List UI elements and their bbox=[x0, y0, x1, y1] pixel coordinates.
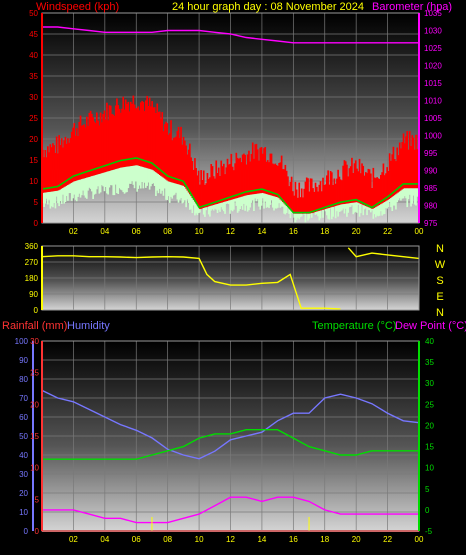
rainfall-tick-label: 5 bbox=[35, 495, 40, 504]
compass-label: S bbox=[436, 275, 443, 287]
compass-label: E bbox=[436, 291, 443, 303]
humidity-tick-label: 40 bbox=[19, 451, 28, 460]
barometer-tick-label: 1025 bbox=[424, 44, 442, 53]
direction-tick-label: 0 bbox=[34, 306, 39, 315]
windspeed-tick-label: 20 bbox=[29, 135, 38, 144]
humidity-tick-label: 60 bbox=[19, 413, 28, 422]
wind-panel-x-tick: 00 bbox=[415, 227, 424, 236]
humidity-tick-label: 30 bbox=[19, 470, 28, 479]
temperature-tick-label: 10 bbox=[425, 464, 434, 473]
windspeed-tick-label: 5 bbox=[34, 198, 39, 207]
temp-panel-x-tick: 08 bbox=[163, 535, 172, 544]
temp-panel-x-tick: 16 bbox=[289, 535, 298, 544]
wind-light-bar bbox=[328, 208, 331, 220]
humidity-tick-label: 80 bbox=[19, 375, 28, 384]
wind-light-bar bbox=[310, 213, 313, 218]
humidity-tick-label: 20 bbox=[19, 489, 28, 498]
temperature-tick-label: 35 bbox=[425, 358, 434, 367]
windspeed-tick-label: 10 bbox=[29, 177, 38, 186]
temperature-tick-label: 20 bbox=[425, 421, 434, 430]
windspeed-tick-label: 35 bbox=[29, 72, 38, 81]
wind-light-bar bbox=[300, 213, 303, 217]
direction-tick-label: 270 bbox=[25, 258, 39, 267]
windspeed-tick-label: 45 bbox=[29, 30, 38, 39]
rainfall-tick-label: 15 bbox=[30, 432, 39, 441]
wind-panel-x-tick: 12 bbox=[226, 227, 235, 236]
temp-panel-x-tick: 02 bbox=[69, 535, 78, 544]
temperature-tick-label: 15 bbox=[425, 443, 434, 452]
wind-light-bar bbox=[332, 206, 334, 217]
barometer-tick-label: 975 bbox=[424, 219, 438, 228]
temp-panel-x-tick: 04 bbox=[100, 535, 109, 544]
windspeed-tick-label: 50 bbox=[29, 9, 38, 18]
barometer-tick-label: 1030 bbox=[424, 27, 442, 36]
temperature-tick-label: 40 bbox=[425, 337, 434, 346]
windspeed-tick-label: 30 bbox=[29, 93, 38, 102]
temp-panel-x-tick: 22 bbox=[383, 535, 392, 544]
barometer-tick-label: 1035 bbox=[424, 9, 442, 18]
weather-graphs: 02 04 06 08 10 12 14 16 18 20 22 000510152025303540… bbox=[15, 9, 446, 544]
rainfall-tick-label: 20 bbox=[30, 400, 39, 409]
windspeed-tick-label: 0 bbox=[34, 219, 39, 228]
barometer-tick-label: 995 bbox=[424, 149, 438, 158]
windspeed-tick-label: 15 bbox=[29, 156, 38, 165]
humidity-tick-label: 100 bbox=[15, 337, 29, 346]
wind-panel-x-tick: 16 bbox=[289, 227, 298, 236]
wind-light-bar bbox=[205, 207, 208, 211]
rainfall-tick-label: 10 bbox=[30, 464, 39, 473]
wind-panel-x-tick: 08 bbox=[163, 227, 172, 236]
rainfall-tick-label: 30 bbox=[30, 337, 39, 346]
wind-light-bar bbox=[322, 209, 324, 218]
temp-panel-x-tick: 10 bbox=[195, 535, 204, 544]
temperature-tick-label: 0 bbox=[425, 506, 430, 515]
wind-panel-x-tick: 20 bbox=[352, 227, 361, 236]
rainfall-tick-label: 25 bbox=[30, 369, 39, 378]
barometer-tick-label: 1010 bbox=[424, 97, 442, 106]
direction-tick-label: 90 bbox=[29, 290, 38, 299]
barometer-tick-label: 1015 bbox=[424, 79, 442, 88]
humidity-tick-label: 0 bbox=[24, 527, 29, 536]
direction-tick-label: 360 bbox=[25, 242, 39, 251]
barometer-tick-label: 1000 bbox=[424, 132, 442, 141]
barometer-tick-label: 1020 bbox=[424, 62, 442, 71]
temp-panel-x-tick: 18 bbox=[320, 535, 329, 544]
barometer-tick-label: 990 bbox=[424, 167, 438, 176]
barometer-tick-label: 1005 bbox=[424, 114, 442, 123]
wind-panel-x-tick: 18 bbox=[320, 227, 329, 236]
humidity-tick-label: 90 bbox=[19, 356, 28, 365]
wind-panel-x-tick: 02 bbox=[69, 227, 78, 236]
humidity-tick-label: 10 bbox=[19, 508, 28, 517]
temperature-tick-label: 5 bbox=[425, 485, 430, 494]
rainfall-tick-label: 0 bbox=[35, 527, 40, 536]
temp-panel-x-tick: 06 bbox=[132, 535, 141, 544]
compass-label: N bbox=[436, 307, 444, 319]
wind-panel-x-tick: 14 bbox=[257, 227, 266, 236]
direction-tick-label: 180 bbox=[25, 274, 39, 283]
humidity-tick-label: 50 bbox=[19, 432, 28, 441]
wind-light-bar bbox=[319, 210, 322, 219]
compass-label: N bbox=[436, 243, 444, 255]
temp-panel-x-tick: 14 bbox=[257, 535, 266, 544]
barometer-tick-label: 985 bbox=[424, 184, 438, 193]
temperature-tick-label: -5 bbox=[425, 527, 433, 536]
windspeed-tick-label: 25 bbox=[29, 114, 38, 123]
wind-panel-x-tick: 04 bbox=[100, 227, 109, 236]
barometer-tick-label: 980 bbox=[424, 202, 438, 211]
compass-label: W bbox=[435, 259, 446, 271]
wind-panel-x-tick: 06 bbox=[132, 227, 141, 236]
wind-panel-x-tick: 22 bbox=[383, 227, 392, 236]
windspeed-tick-label: 40 bbox=[29, 51, 38, 60]
temperature-tick-label: 25 bbox=[425, 400, 434, 409]
humidity-tick-label: 70 bbox=[19, 394, 28, 403]
temp-panel-x-tick: 12 bbox=[226, 535, 235, 544]
temperature-tick-label: 30 bbox=[425, 379, 434, 388]
wind-light-bar bbox=[359, 203, 362, 214]
temp-panel-x-tick: 00 bbox=[415, 535, 424, 544]
wind-light-bar bbox=[199, 209, 201, 213]
temp-panel-x-tick: 20 bbox=[352, 535, 361, 544]
wind-light-bar bbox=[304, 213, 307, 223]
wind-panel-x-tick: 10 bbox=[195, 227, 204, 236]
